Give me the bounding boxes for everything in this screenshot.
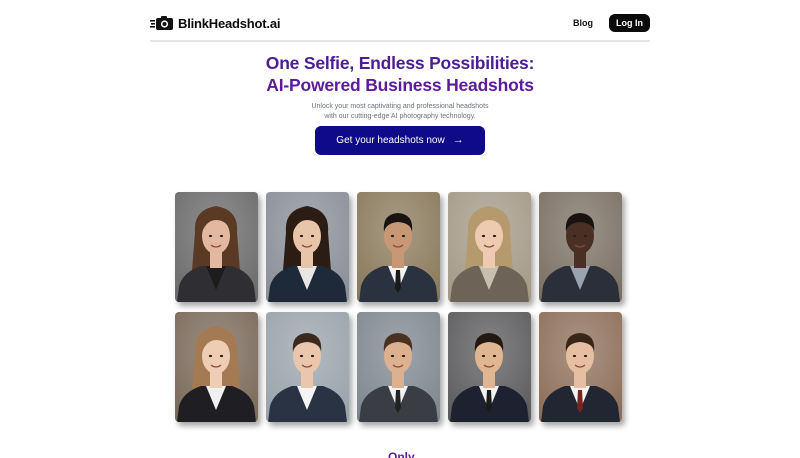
headshot-photo xyxy=(539,192,622,302)
headshot-gallery xyxy=(175,192,626,422)
brand-name: BlinkHeadshot.ai xyxy=(178,15,281,31)
headshot-photo xyxy=(448,192,531,302)
subtext-line-2: with our cutting-edge AI photography tec… xyxy=(324,113,476,120)
hero-section: One Selfie, Endless Possibilities: AI-Po… xyxy=(0,52,800,122)
headline-line-1: One Selfie, Endless Possibilities: xyxy=(265,53,535,73)
header-divider xyxy=(150,40,650,42)
login-button[interactable]: Log In xyxy=(609,14,650,32)
headshot-photo xyxy=(266,312,349,422)
headshot-photo xyxy=(539,312,622,422)
man-portrait xyxy=(539,312,622,422)
headshot-photo xyxy=(266,192,349,302)
man-portrait xyxy=(357,312,440,422)
headshot-photo xyxy=(175,312,258,422)
nav-actions: Blog Log In xyxy=(573,14,650,32)
headshot-photo xyxy=(448,312,531,422)
blog-link[interactable]: Blog xyxy=(573,18,593,28)
nav-bar: BlinkHeadshot.ai Blog Log In xyxy=(150,8,650,38)
headshot-photo xyxy=(357,192,440,302)
subtext-line-1: Unlock your most captivating and profess… xyxy=(311,103,489,110)
brand-link[interactable]: BlinkHeadshot.ai xyxy=(150,13,280,33)
man-portrait xyxy=(266,312,349,422)
man-portrait xyxy=(357,192,440,302)
headshot-photo xyxy=(357,312,440,422)
get-headshots-button[interactable]: Get your headshots now → xyxy=(315,126,485,155)
arrow-right-icon: → xyxy=(452,134,464,146)
camera-speed-icon xyxy=(150,16,173,30)
hero-subtext: Unlock your most captivating and profess… xyxy=(0,102,800,122)
man-portrait xyxy=(448,312,531,422)
woman-portrait xyxy=(175,192,258,302)
headshot-photo xyxy=(175,192,258,302)
teaser-heading: Only xyxy=(388,450,415,458)
woman-portrait xyxy=(266,192,349,302)
cta-label: Get your headshots now xyxy=(336,135,445,146)
man-portrait xyxy=(539,192,622,302)
woman-portrait xyxy=(175,312,258,422)
hero-headline: One Selfie, Endless Possibilities: AI-Po… xyxy=(0,52,800,96)
headline-line-2: AI-Powered Business Headshots xyxy=(266,75,534,95)
woman-portrait xyxy=(448,192,531,302)
